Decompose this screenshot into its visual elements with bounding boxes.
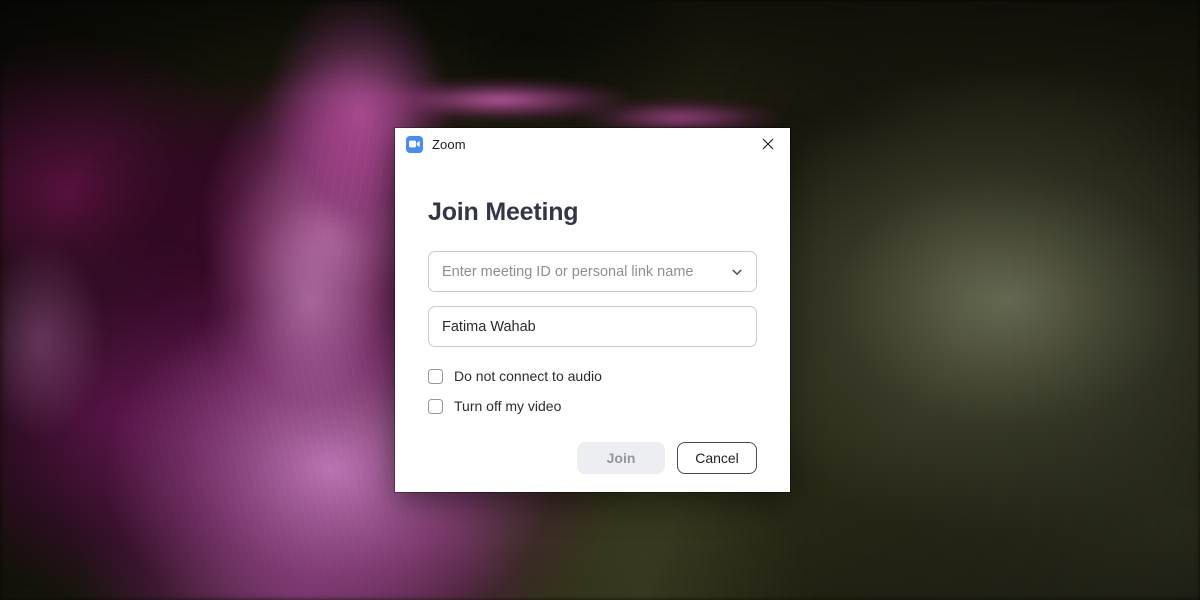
join-meeting-dialog: Zoom Join Meeting Enter meeting ID or pe… [395, 128, 790, 492]
join-button[interactable]: Join [577, 442, 665, 474]
checkbox-label-do-not-connect-audio: Do not connect to audio [454, 368, 602, 384]
display-name-field-wrapper [428, 306, 757, 347]
dialog-body: Join Meeting Do not connect to audio [395, 160, 790, 492]
checkbox-label-turn-off-video: Turn off my video [454, 398, 562, 414]
join-options-group: Do not connect to audio Turn off my vide… [428, 365, 757, 417]
page-title: Join Meeting [428, 198, 579, 226]
dialog-action-bar: Join Cancel [577, 442, 757, 474]
display-name-input[interactable] [428, 306, 757, 347]
cancel-button[interactable]: Cancel [677, 442, 757, 474]
dialog-titlebar: Zoom [395, 128, 790, 160]
checkbox-do-not-connect-audio[interactable] [428, 368, 443, 384]
checkbox-row-turn-off-video[interactable]: Turn off my video [428, 395, 757, 417]
checkbox-row-do-not-connect-audio[interactable]: Do not connect to audio [428, 365, 757, 387]
meeting-id-input[interactable] [428, 251, 757, 292]
close-icon[interactable] [745, 128, 790, 160]
meeting-id-field-wrapper [428, 251, 757, 292]
app-title: Zoom [432, 136, 466, 152]
zoom-video-camera-icon [406, 135, 423, 153]
desktop-background: Zoom Join Meeting Enter meeting ID or pe… [0, 0, 1200, 600]
checkbox-turn-off-video[interactable] [428, 398, 443, 414]
